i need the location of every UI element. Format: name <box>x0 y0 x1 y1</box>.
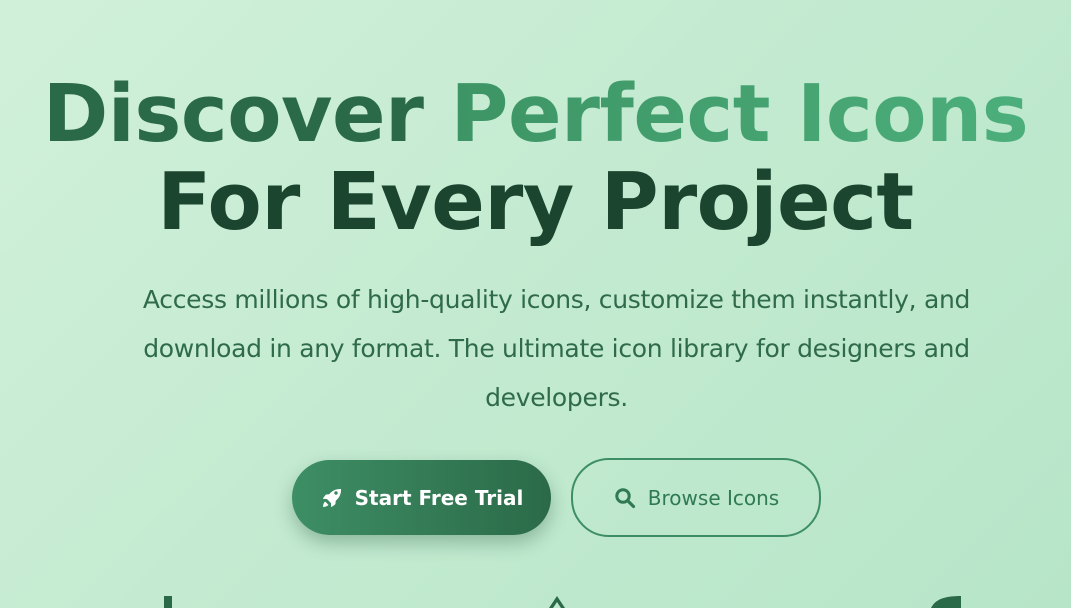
feature-icon-center <box>549 596 565 608</box>
hero-section: Discover Perfect Icons For Every Project… <box>0 0 1071 608</box>
start-free-trial-label: Start Free Trial <box>354 485 524 510</box>
headline-line-1: Discover Perfect Icons <box>0 70 1071 158</box>
browse-icons-button[interactable]: Browse Icons <box>571 458 821 537</box>
hero-headline: Discover Perfect Icons For Every Project <box>0 70 1071 246</box>
feature-icon-right <box>931 596 961 608</box>
search-icon <box>613 486 637 510</box>
feature-icon-left <box>164 596 172 608</box>
headline-word-discover: Discover <box>42 68 424 160</box>
feature-icons-row <box>0 590 1071 608</box>
headline-line-2: For Every Project <box>157 156 914 248</box>
hero-subtitle: Access millions of high-quality icons, c… <box>142 285 971 412</box>
start-free-trial-button[interactable]: Start Free Trial <box>292 460 551 535</box>
browse-icons-label: Browse Icons <box>647 485 780 510</box>
rocket-icon <box>320 486 344 510</box>
headline-accent-text: Perfect Icons <box>450 68 1029 160</box>
